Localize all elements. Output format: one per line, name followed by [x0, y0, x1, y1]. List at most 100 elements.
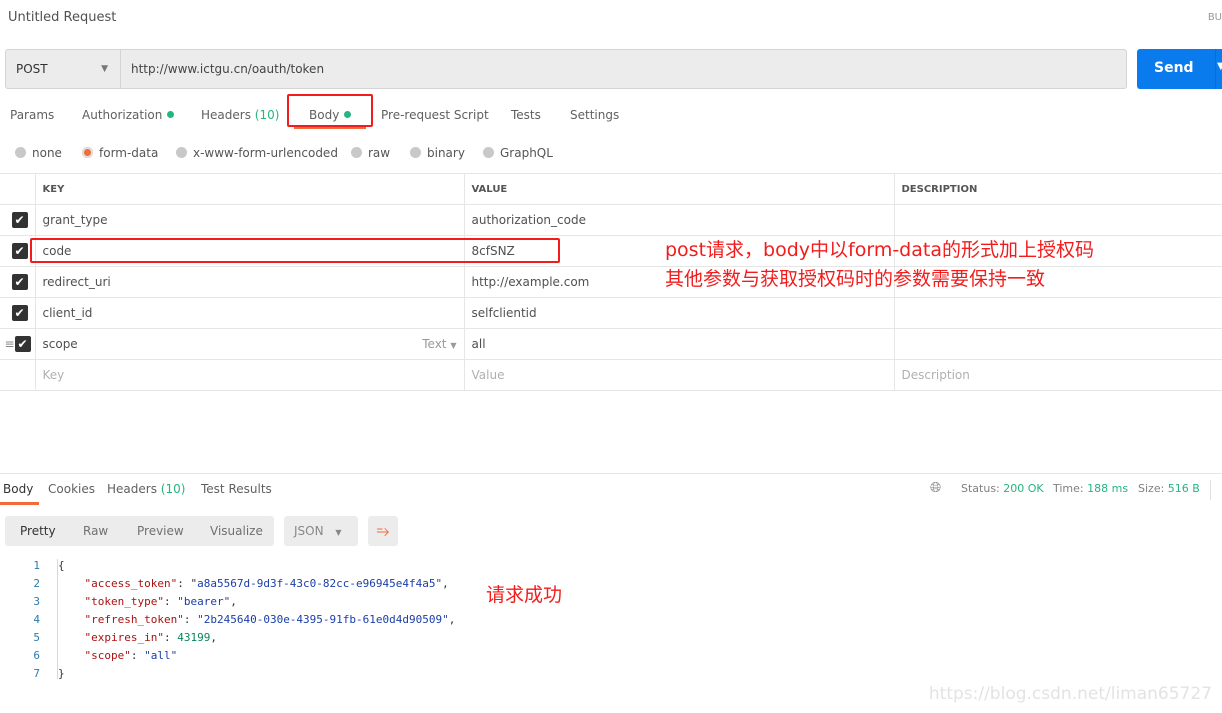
divider	[0, 473, 1222, 474]
format-value: JSON	[294, 524, 324, 538]
value-cell[interactable]: all	[463, 328, 895, 360]
radio-icon	[483, 147, 494, 158]
code-line: {	[58, 559, 65, 572]
radio-icon	[176, 147, 187, 158]
tab-headers[interactable]: Headers (10)	[201, 108, 279, 122]
view-mode-segmented: Pretty Raw Preview Visualize	[5, 516, 274, 546]
key-cell[interactable]: grant_type	[34, 204, 465, 236]
wrap-lines-icon[interactable]: ⥱	[368, 516, 398, 546]
radio-label: form-data	[99, 146, 159, 160]
value-cell[interactable]: selfclientid	[463, 297, 895, 329]
value-cell[interactable]: authorization_code	[463, 204, 895, 236]
token-type-value: bearer	[183, 595, 224, 608]
response-tab-cookies[interactable]: Cookies	[48, 482, 95, 496]
line-number: 1	[33, 559, 40, 572]
table-row-new: Key Value Description	[0, 359, 1222, 391]
line-number: 5	[33, 631, 40, 644]
radio-form-data[interactable]: form-data	[82, 146, 158, 160]
divider	[1215, 49, 1216, 89]
line-number: 2	[33, 577, 40, 590]
active-tab-indicator	[294, 127, 366, 129]
chevron-down-icon[interactable]: ▼	[1217, 61, 1222, 72]
tab-settings[interactable]: Settings	[570, 108, 619, 122]
checkbox-checked[interactable]: ✔	[11, 243, 28, 259]
globe-icon[interactable]: 🌐︎	[930, 480, 941, 496]
status-dot-icon	[167, 111, 175, 118]
code-line: "refresh_token": "2b245640-030e-4395-91f…	[84, 613, 456, 626]
build-label[interactable]: BU	[1208, 12, 1222, 23]
code-line: "expires_in": 43199,	[84, 631, 217, 644]
radio-urlencoded[interactable]: x-www-form-urlencoded	[176, 146, 338, 160]
view-preview[interactable]: Preview	[137, 524, 184, 538]
table-row: ✔ grant_type authorization_code	[0, 204, 1222, 236]
send-button[interactable]: Send ▼	[1137, 49, 1222, 89]
request-title: Untitled Request	[8, 10, 117, 25]
radio-label: binary	[427, 146, 465, 160]
radio-label: none	[32, 146, 62, 160]
description-cell[interactable]	[893, 328, 1222, 360]
radio-graphql[interactable]: GraphQL	[483, 146, 553, 160]
table-row: ✔ client_id selfclientid	[0, 297, 1222, 329]
key-cell[interactable]: client_id	[34, 297, 465, 329]
headers-count: (10)	[160, 482, 186, 496]
line-number: 7	[33, 667, 40, 680]
view-visualize[interactable]: Visualize	[210, 524, 263, 538]
description-placeholder[interactable]: Description	[893, 359, 1222, 391]
description-cell[interactable]	[893, 297, 1222, 329]
method-select[interactable]: POST ▼	[5, 49, 121, 89]
response-tab-headers[interactable]: Headers (10)	[107, 482, 185, 496]
checkbox-checked[interactable]: ✔	[14, 336, 31, 352]
chevron-down-icon: ▼	[335, 528, 342, 537]
key-cell[interactable]: scope Text ▼	[34, 328, 465, 360]
size-label: Size:	[1138, 482, 1165, 495]
radio-label: raw	[368, 146, 391, 160]
tab-pre-request-script[interactable]: Pre-request Script	[381, 108, 489, 122]
highlight-box	[30, 238, 560, 263]
checkbox-checked[interactable]: ✔	[11, 305, 28, 321]
format-select[interactable]: JSON ▼	[284, 516, 358, 546]
headers-count: (10)	[254, 108, 280, 122]
response-tab-body[interactable]: Body	[3, 482, 33, 496]
value-placeholder[interactable]: Value	[463, 359, 895, 391]
drag-handle-icon[interactable]: ≡	[4, 337, 14, 351]
response-tab-test-results[interactable]: Test Results	[201, 482, 272, 496]
view-raw[interactable]: Raw	[83, 524, 108, 538]
column-value: VALUE	[463, 173, 895, 205]
time-value: 188 ms	[1087, 482, 1129, 495]
radio-icon	[15, 147, 26, 158]
key-text: scope	[42, 337, 78, 351]
annotation-line-1: post请求，body中以form-data的形式加上授权码	[665, 239, 1094, 261]
line-number: 4	[33, 613, 40, 626]
row-checkbox-cell: ✔	[0, 204, 36, 236]
checkbox-checked[interactable]: ✔	[11, 274, 28, 290]
checkbox-checked[interactable]: ✔	[11, 212, 28, 228]
key-cell[interactable]: redirect_uri	[34, 266, 465, 298]
tab-params[interactable]: Params	[10, 108, 54, 122]
key-placeholder[interactable]: Key	[34, 359, 465, 391]
highlight-box	[287, 94, 373, 127]
status-value: 200 OK	[1003, 482, 1044, 495]
send-label: Send	[1154, 60, 1194, 76]
tab-authorization[interactable]: Authorization	[82, 108, 175, 122]
code-line: "token_type": "bearer",	[84, 595, 237, 608]
tab-label: Authorization	[82, 108, 163, 122]
radio-none[interactable]: none	[15, 146, 62, 160]
view-pretty[interactable]: Pretty	[20, 524, 56, 538]
tab-label: Headers	[107, 482, 157, 496]
type-select[interactable]: Text ▼	[422, 337, 456, 351]
radio-label: x-www-form-urlencoded	[193, 146, 338, 160]
time-label: Time:	[1053, 482, 1084, 495]
tab-tests[interactable]: Tests	[511, 108, 541, 122]
radio-binary[interactable]: binary	[410, 146, 465, 160]
description-cell[interactable]	[893, 204, 1222, 236]
row-checkbox-cell: ≡ ✔	[0, 328, 36, 360]
table-row: ≡ ✔ scope Text ▼ all	[0, 328, 1222, 360]
scope-value: all	[150, 649, 171, 662]
row-checkbox-cell: ✔	[0, 297, 36, 329]
status-readout: Status: 200 OK	[961, 482, 1044, 495]
radio-raw[interactable]: raw	[351, 146, 390, 160]
url-input[interactable]: http://www.ictgu.cn/oauth/token	[120, 49, 1127, 89]
annotation-success: 请求成功	[486, 584, 563, 606]
chevron-down-icon: ▼	[101, 64, 108, 74]
method-value: POST	[16, 62, 48, 76]
